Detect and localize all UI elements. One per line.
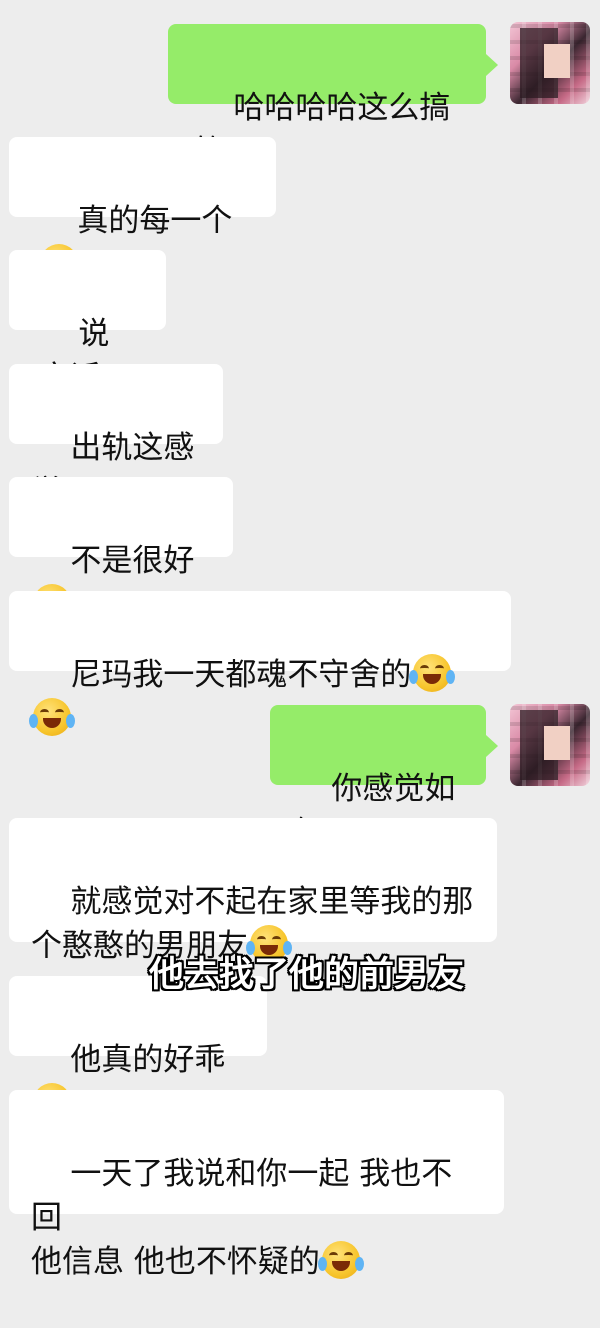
message-incoming: 一天了我说和你一起 我也不回 他信息 他也不怀疑的 <box>0 0 600 1280</box>
message-text: 一天了我说和你一起 我也不回 他信息 他也不怀疑的 <box>31 1156 453 1280</box>
loudly-crying-face-icon <box>317 1241 364 1279</box>
video-subtitle: 他去找了他的前男友 <box>149 955 465 995</box>
message-bubble[interactable]: 一天了我说和你一起 我也不回 他信息 他也不怀疑的 <box>9 1090 504 1280</box>
